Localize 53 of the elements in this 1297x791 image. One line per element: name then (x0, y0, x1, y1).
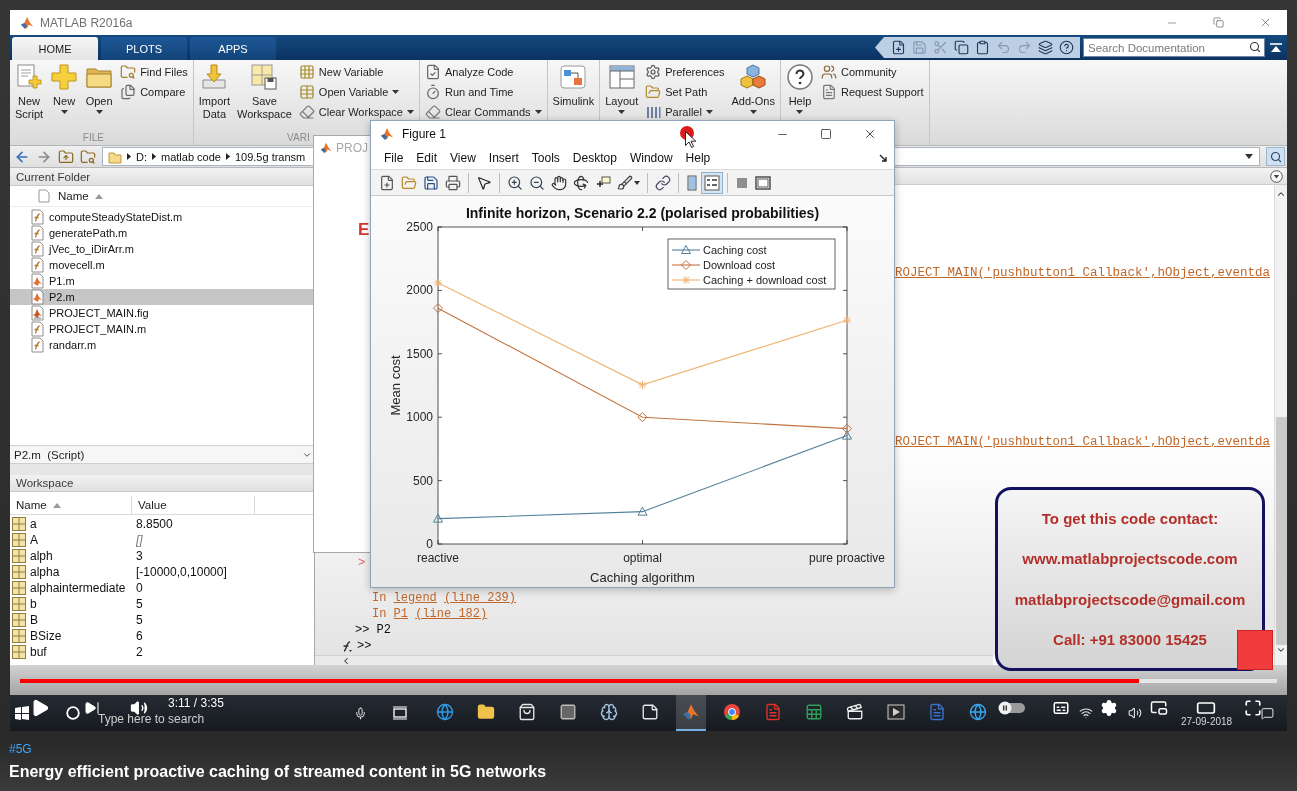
axis-tick-label: 1500 (406, 346, 433, 361)
variable-name: A (30, 533, 38, 547)
axis-title: Mean cost (388, 355, 403, 416)
panel-title: Current Folder (16, 170, 91, 183)
contact-text: To get this code contact: (1041, 509, 1219, 527)
variable-name: a (30, 517, 37, 531)
legend-label: Caching + download cost (703, 274, 827, 286)
window-title: Figure 1 (402, 127, 447, 141)
variable-value: 2 (135, 645, 144, 659)
command-history-line: >> P2 (355, 622, 391, 638)
variable-name: B (30, 613, 38, 627)
date-text: 27-09-2018 (1181, 716, 1233, 727)
contact-text: matlabprojectscode@gmail.com (1014, 590, 1246, 608)
panel-title: Workspace (16, 477, 74, 489)
contact-text: www.matlabprojectscode.com (1022, 550, 1238, 568)
axis-tick-label: 2500 (406, 220, 433, 234)
axis-tick-label: optimal (623, 551, 662, 565)
axis-title: Caching algorithm (590, 570, 695, 585)
chart-title: Infinite horizon, Scenario 2.2 (polarised probabilities) (465, 205, 820, 221)
time-display: 3:11 / 3:35 (168, 697, 224, 709)
variable-value: 8.8500 (135, 517, 174, 531)
variable-value: [-10000,0,10000] (135, 565, 228, 579)
heading-text: E (358, 221, 370, 239)
axis-tick-label: pure proactive (809, 551, 885, 565)
window-title: PROJ (336, 141, 368, 155)
prompt-marker: > (358, 556, 366, 570)
window-title: MATLAB R2016a (40, 15, 133, 30)
legend-label: Download cost (703, 259, 776, 271)
stack-trace-line: In P1 (line 182) (372, 606, 488, 622)
variable-value: 6 (135, 629, 144, 643)
variable-value: 0 (135, 581, 144, 595)
variable-value: [] (135, 533, 144, 547)
variable-name: b (30, 597, 37, 611)
variable-name: alpha (30, 565, 60, 579)
axis-tick-label: reactive (417, 551, 459, 565)
axis-tick-label: 500 (412, 473, 433, 488)
section-label: VARI (287, 131, 310, 144)
axis-tick-label: 0 (426, 537, 433, 551)
variable-value: 5 (135, 597, 144, 611)
axis-tick-label: 2000 (406, 283, 433, 298)
variable-name: buf (30, 645, 47, 659)
legend-label: Caching cost (703, 244, 767, 256)
variable-name: alphaintermediate (30, 581, 126, 595)
variable-name: BSize (30, 629, 62, 643)
variable-value: 5 (135, 613, 144, 627)
variable-name: alph (30, 549, 53, 563)
section-label: FILE (82, 131, 104, 144)
contact-text: Call: +91 83000 15425 (1053, 631, 1207, 649)
stack-trace-line: In legend (line 239) (372, 590, 516, 606)
axis-tick-label: 1000 (406, 410, 433, 425)
file-details-title: P2.m (Script) (14, 448, 85, 461)
video-title: Energy efficient proactive caching of streamed content in 5G networks (9, 762, 547, 782)
variable-value: 3 (135, 549, 144, 563)
